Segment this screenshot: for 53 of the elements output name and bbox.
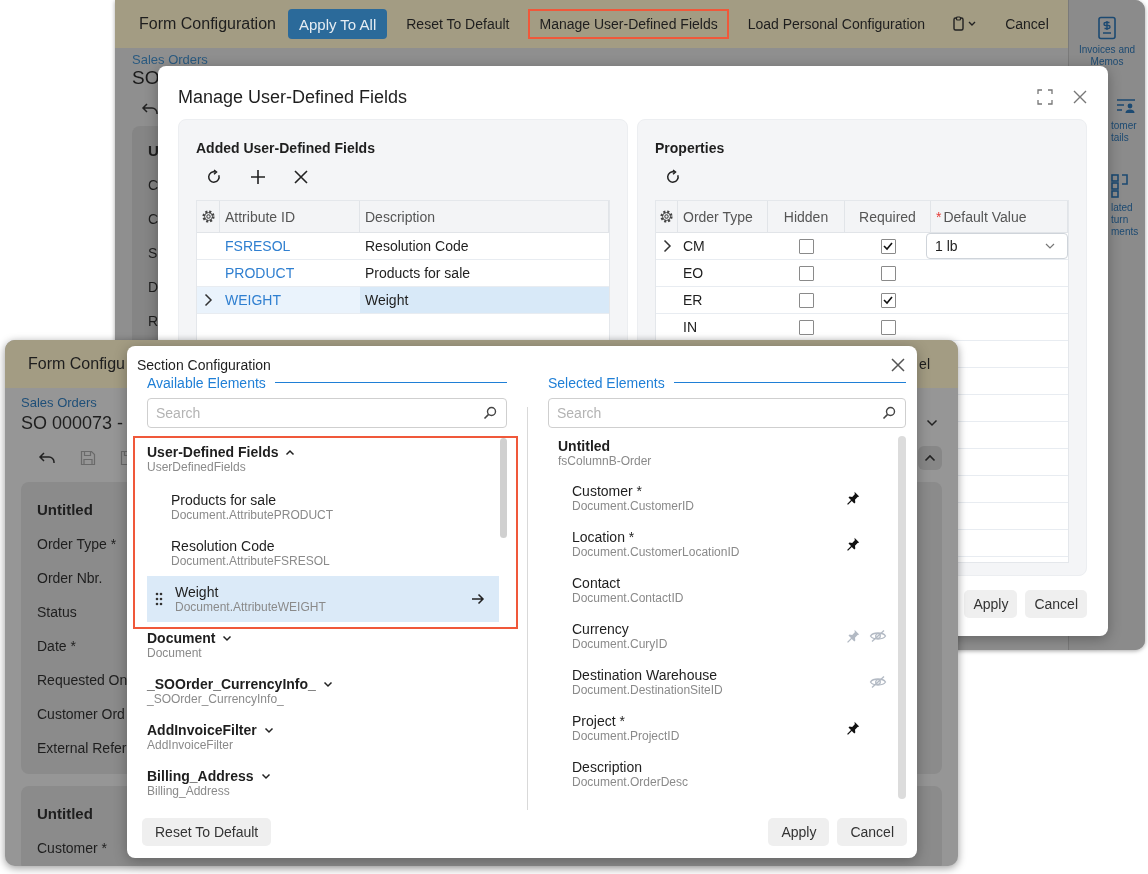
field-label: Order Type *	[37, 535, 117, 553]
field-label: External Refer	[37, 739, 127, 757]
field-name: Document.AttributePRODUCT	[171, 508, 334, 522]
field-label: Order Nbr.	[37, 569, 103, 587]
field-label: Requested On	[37, 671, 128, 689]
field-name: fsColumnB-Order	[558, 454, 652, 468]
field-name: Document	[147, 646, 202, 660]
field-name: Document.ProjectID	[572, 729, 680, 743]
field-name: UserDefinedFields	[147, 460, 246, 474]
table-cell: CM	[683, 238, 705, 254]
element-label: Products for sale	[171, 492, 277, 508]
field-name: Document.CuryID	[572, 637, 668, 651]
window-title: Form Configuration	[139, 15, 276, 33]
section-title: Untitled	[37, 501, 93, 519]
field-name: Document.AttributeWEIGHT	[175, 600, 326, 614]
table-cell: EO	[683, 265, 704, 281]
field-label: S	[148, 244, 158, 262]
table-cell: Products for sale	[365, 265, 471, 281]
field-name: Document.CustomerID	[572, 499, 695, 513]
field-name: Document.ContactID	[572, 591, 684, 605]
table-cell: IN	[683, 319, 697, 335]
field-label: D	[148, 278, 159, 296]
section-title: U	[148, 142, 159, 160]
column-heading: Selected Elements	[548, 374, 665, 391]
element-label: Weight	[175, 584, 219, 600]
field-name: Document.AttributeFSRESOL	[171, 554, 330, 568]
field-label: Customer Ord	[37, 705, 125, 723]
field-label: Customer *	[37, 839, 108, 857]
field-label: C	[148, 176, 159, 194]
dialog-title: Manage User-Defined Fields	[178, 86, 409, 108]
table-cell: ER	[683, 292, 703, 308]
field-name: Document.CustomerLocationID	[572, 545, 740, 559]
field-name: Billing_Address	[147, 784, 230, 798]
table-cell: Weight	[365, 292, 409, 308]
element-label: Resolution Code	[171, 538, 275, 554]
field-name: AddInvoiceFilter	[147, 738, 234, 752]
section-title: Untitled	[37, 805, 93, 823]
panel-title: Added User-Defined Fields	[196, 139, 376, 157]
dialog-title: Section Configuration	[137, 356, 271, 374]
required-marker: *	[936, 208, 942, 225]
document-title: SO	[132, 66, 160, 90]
field-name: Document.DestinationSiteID	[572, 683, 723, 697]
field-label: Status	[37, 603, 77, 621]
panel-title: Properties	[655, 139, 726, 157]
window-title: Form Configu	[28, 355, 125, 373]
document-title: SO 000073 -	[21, 412, 124, 435]
field-label: C	[148, 210, 159, 228]
field-label: Date *	[37, 637, 76, 655]
column-heading: Available Elements	[147, 374, 266, 391]
field-name: Document.OrderDesc	[572, 775, 689, 789]
field-label: R	[148, 312, 159, 330]
field-name: _SOOrder_CurrencyInfo_	[147, 692, 284, 706]
table-cell: Resolution Code	[365, 238, 469, 254]
